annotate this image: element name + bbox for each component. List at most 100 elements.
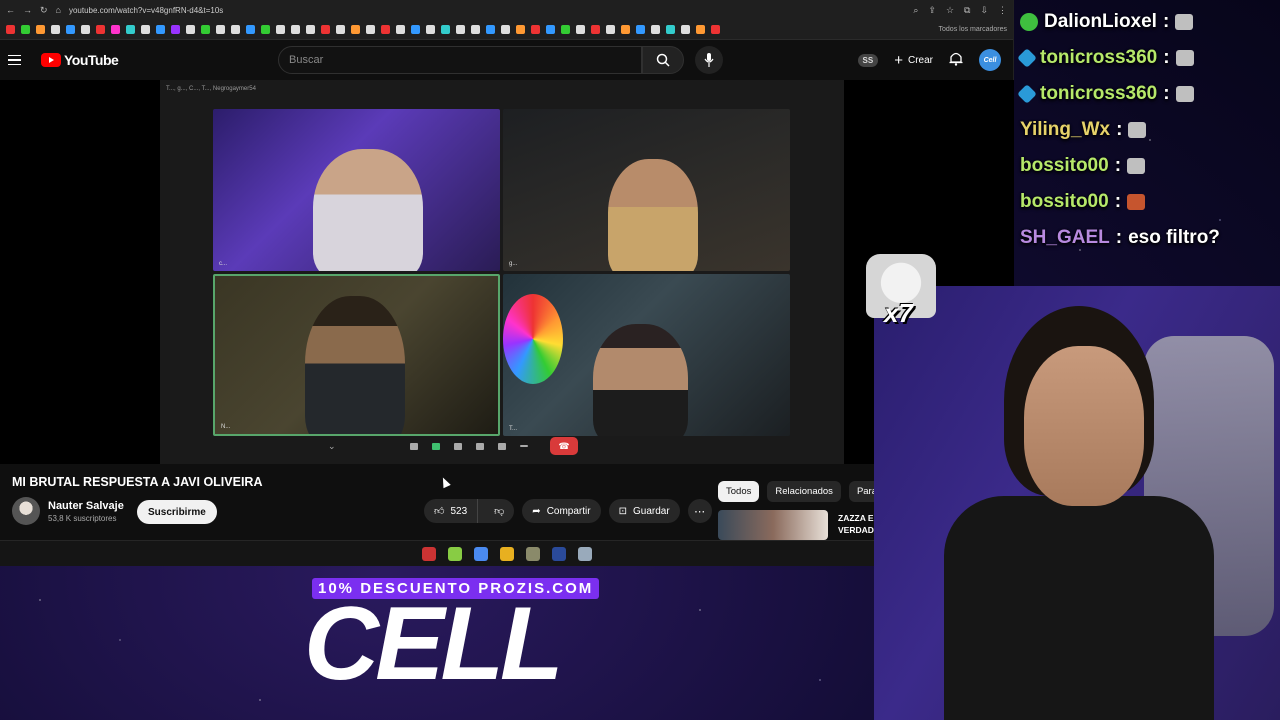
bookmark-favicon-icon[interactable]: [651, 25, 660, 34]
mic-toggle-icon[interactable]: [410, 442, 418, 450]
menu-hamburger-icon[interactable]: [8, 54, 21, 66]
bookmark-favicon-icon[interactable]: [96, 25, 105, 34]
bookmark-favicon-icon[interactable]: [66, 25, 75, 34]
bookmark-favicon-icon[interactable]: [351, 25, 360, 34]
chevron-down-icon[interactable]: ⌄: [328, 441, 336, 452]
bookmark-favicon-icon[interactable]: [366, 25, 375, 34]
channel-name[interactable]: Nauter Salvaje: [48, 500, 124, 512]
bookmark-favicon-icon[interactable]: [396, 25, 405, 34]
bookmark-favicon-icon[interactable]: [126, 25, 135, 34]
download-icon[interactable]: ⇩: [980, 5, 988, 16]
bookmark-favicon-icon[interactable]: [681, 25, 690, 34]
subscribe-button[interactable]: Suscribirme: [137, 500, 217, 524]
channel-avatar[interactable]: [12, 497, 40, 525]
bookmark-favicon-icon[interactable]: [321, 25, 330, 34]
dislike-button[interactable]: 👎︎: [484, 505, 514, 517]
bookmark-favicon-icon[interactable]: [261, 25, 270, 34]
bookmark-favicon-icon[interactable]: [336, 25, 345, 34]
bookmark-favicon-icon[interactable]: [591, 25, 600, 34]
taskbar-app-icon[interactable]: [500, 546, 514, 561]
chat-username[interactable]: tonicross360: [1040, 47, 1157, 69]
bookmark-favicon-icon[interactable]: [216, 25, 225, 34]
bookmark-favicon-icon[interactable]: [516, 25, 525, 34]
like-button[interactable]: 👍︎ 523: [424, 499, 479, 523]
taskbar-app-icon[interactable]: [552, 546, 566, 561]
share-icon[interactable]: ⇪: [928, 5, 936, 16]
create-button[interactable]: + Crear: [894, 52, 933, 69]
all-bookmarks-folder[interactable]: Todos los marcadores: [939, 26, 1007, 33]
recommended-video[interactable]: ZAZZA E VERDAD: [718, 510, 878, 540]
bookmark-favicon-icon[interactable]: [606, 25, 615, 34]
bookmark-favicon-icon[interactable]: [111, 25, 120, 34]
bookmark-favicon-icon[interactable]: [201, 25, 210, 34]
bookmark-favicon-icon[interactable]: [36, 25, 45, 34]
bookmark-favicon-icon[interactable]: [81, 25, 90, 34]
save-button[interactable]: ⊡ Guardar: [608, 499, 680, 523]
forward-icon[interactable]: →: [23, 5, 32, 15]
bookmark-favicon-icon[interactable]: [21, 25, 30, 34]
bookmark-star-icon[interactable]: ☆: [946, 5, 954, 16]
activity-icon[interactable]: [498, 442, 506, 450]
screen-share-icon[interactable]: [454, 442, 462, 450]
bookmark-favicon-icon[interactable]: [561, 25, 570, 34]
taskbar-app-icon[interactable]: [422, 546, 436, 561]
youtube-logo[interactable]: YouTube: [41, 52, 119, 68]
bookmark-favicon-icon[interactable]: [471, 25, 480, 34]
chat-username[interactable]: bossito00: [1020, 155, 1109, 177]
url-field[interactable]: youtube.com/watch?v=v48gnfRN-d4&t=10s: [69, 6, 223, 15]
chat-username[interactable]: SH_GAEL: [1020, 227, 1110, 249]
camera-toggle-icon[interactable]: [432, 442, 440, 450]
chat-username[interactable]: bossito00: [1020, 191, 1109, 213]
bookmark-favicon-icon[interactable]: [276, 25, 285, 34]
more-options-icon[interactable]: [520, 445, 528, 447]
bookmark-favicon-icon[interactable]: [156, 25, 165, 34]
hang-up-button[interactable]: ☎: [550, 437, 578, 455]
taskbar-app-icon[interactable]: [474, 546, 488, 561]
bookmark-favicon-icon[interactable]: [636, 25, 645, 34]
search-button[interactable]: [642, 46, 684, 74]
bookmark-favicon-icon[interactable]: [6, 25, 15, 34]
bookmark-favicon-icon[interactable]: [456, 25, 465, 34]
bookmark-favicon-icon[interactable]: [306, 25, 315, 34]
bookmark-favicon-icon[interactable]: [696, 25, 705, 34]
bookmark-favicon-icon[interactable]: [441, 25, 450, 34]
bookmark-favicon-icon[interactable]: [711, 25, 720, 34]
bookmark-favicon-icon[interactable]: [621, 25, 630, 34]
bookmark-favicon-icon[interactable]: [141, 25, 150, 34]
bookmark-favicon-icon[interactable]: [381, 25, 390, 34]
share-button[interactable]: ➦ Compartir: [522, 499, 601, 523]
bookmark-favicon-icon[interactable]: [411, 25, 420, 34]
bookmark-favicon-icon[interactable]: [186, 25, 195, 34]
back-icon[interactable]: ←: [6, 5, 15, 15]
bookmark-favicon-icon[interactable]: [291, 25, 300, 34]
bookmark-favicon-icon[interactable]: [51, 25, 60, 34]
chat-username[interactable]: Yiling_Wx: [1020, 119, 1110, 141]
bookmark-favicon-icon[interactable]: [576, 25, 585, 34]
bookmark-favicon-icon[interactable]: [486, 25, 495, 34]
search-input[interactable]: Buscar: [278, 46, 642, 74]
bell-icon[interactable]: [949, 51, 963, 69]
chat-username[interactable]: tonicross360: [1040, 83, 1157, 105]
bookmark-favicon-icon[interactable]: [666, 25, 675, 34]
more-actions-button[interactable]: ⋯: [687, 499, 712, 523]
bookmark-favicon-icon[interactable]: [246, 25, 255, 34]
chip-related[interactable]: Relacionados: [767, 481, 841, 502]
zoom-icon[interactable]: ⌕: [913, 5, 918, 16]
home-icon[interactable]: ⌂: [56, 5, 61, 15]
bookmark-favicon-icon[interactable]: [531, 25, 540, 34]
taskbar-app-icon[interactable]: [578, 546, 592, 561]
reload-icon[interactable]: ↻: [40, 5, 48, 16]
taskbar-app-icon[interactable]: [448, 546, 462, 561]
bookmark-favicon-icon[interactable]: [231, 25, 240, 34]
account-avatar[interactable]: Cell: [979, 49, 1001, 71]
voice-search-button[interactable]: [695, 46, 723, 74]
bookmark-favicon-icon[interactable]: [501, 25, 510, 34]
grid-layout-icon[interactable]: [476, 442, 484, 450]
chat-username[interactable]: DalionLioxel: [1044, 11, 1157, 33]
video-player[interactable]: T..., g..., C..., T..., Negrogaymer54 c.…: [0, 80, 1014, 464]
chip-all[interactable]: Todos: [718, 481, 760, 502]
menu-icon[interactable]: ⋮: [998, 5, 1007, 16]
extensions-icon[interactable]: ⧉: [964, 5, 970, 16]
ss-badge[interactable]: SS: [857, 53, 879, 67]
bookmark-favicon-icon[interactable]: [171, 25, 180, 34]
